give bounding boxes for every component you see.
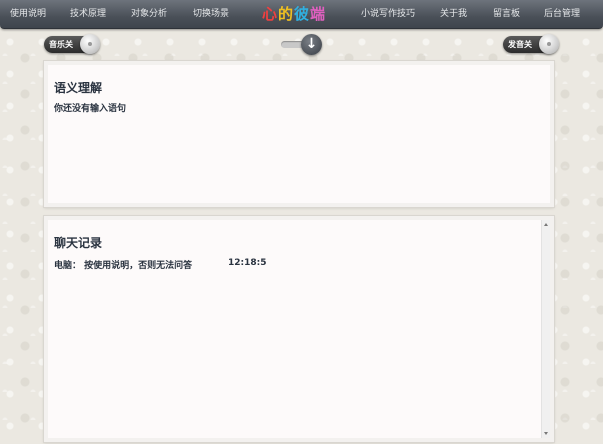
music-toggle-label: 音乐关 (49, 40, 73, 49)
chat-title: 聊天记录 (54, 236, 103, 250)
chat-entry-time: 12:18:5 (228, 258, 267, 268)
voice-toggle-label: 发音关 (508, 40, 532, 49)
nav-guestbook[interactable]: 留言板 (493, 0, 520, 28)
logo-char-1: 心 (262, 5, 279, 23)
nav-admin[interactable]: 后台管理 (544, 0, 580, 28)
nav-scene[interactable]: 切换场景 (193, 0, 229, 28)
voice-toggle-button[interactable]: 发音关 (503, 34, 559, 54)
music-toggle-button[interactable]: 音乐关 (44, 34, 100, 54)
nav-about[interactable]: 关于我 (440, 0, 467, 28)
nav-writing-tips[interactable]: 小说写作技巧 (361, 0, 415, 28)
nav-analysis[interactable]: 对象分析 (131, 0, 167, 28)
music-knob-icon (80, 34, 100, 54)
semantic-panel: 语义理解 你还没有输入语句 (44, 61, 554, 207)
nav-tech[interactable]: 技术原理 (70, 0, 106, 28)
logo-char-2: 的 (278, 5, 295, 23)
voice-knob-icon (539, 34, 559, 54)
site-logo[interactable]: 心的彼端 (262, 3, 326, 25)
scroll-down-icon[interactable] (544, 432, 548, 435)
panel-collapse-toggle[interactable]: ↓ (281, 34, 322, 55)
top-navbar: 使用说明 技术原理 对象分析 切换场景 心的彼端 小说写作技巧 关于我 留言板 … (0, 0, 603, 29)
scroll-up-icon[interactable] (544, 223, 548, 226)
logo-char-3: 彼 (294, 5, 311, 23)
nav-usage[interactable]: 使用说明 (10, 0, 46, 28)
semantic-title: 语义理解 (54, 81, 103, 95)
semantic-text: 你还没有输入语句 (54, 104, 127, 114)
chat-panel: 聊天记录 电脑： 按使用说明，否则无法问答 12:18:5 (44, 216, 554, 442)
chat-scrollbar[interactable] (541, 220, 550, 438)
chat-entry-text: 电脑： 按使用说明，否则无法问答 (54, 261, 193, 271)
logo-char-4: 端 (310, 5, 327, 23)
down-arrow-icon: ↓ (301, 34, 322, 55)
